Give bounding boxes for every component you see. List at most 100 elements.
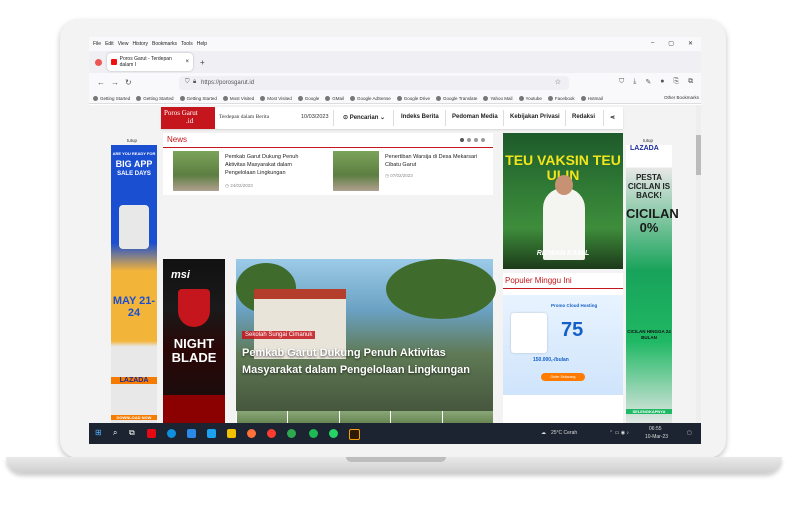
download-icon[interactable]: ⤓ xyxy=(633,78,636,86)
tree-shape xyxy=(386,259,496,319)
bookmark-star-icon[interactable]: ☆ xyxy=(555,78,561,86)
new-tab-button[interactable]: + xyxy=(200,58,205,67)
bookmark-item[interactable]: GMail xyxy=(325,95,344,101)
nav-pedoman-media[interactable]: Pedoman Media xyxy=(452,114,498,120)
bookmark-item[interactable]: Facebook xyxy=(547,95,575,101)
url-bar[interactable]: ⛉ 🔒︎ https://porosgarut.id ☆ xyxy=(179,76,569,90)
news-date: ◷ 24/02/2023 xyxy=(225,183,253,188)
tab-porosgarut[interactable]: Poros Garut - Terdepan dalam I × xyxy=(107,53,193,71)
news-thumbnail[interactable] xyxy=(333,151,379,191)
share-nav-icon[interactable]: ⋖ xyxy=(610,114,615,121)
bookmark-item[interactable]: Yahoo Mail xyxy=(483,95,513,101)
bookmark-item[interactable]: Getting Started xyxy=(179,95,217,101)
news-divider xyxy=(163,147,493,148)
news-title[interactable]: Pemkab Garut Dukung Penuh Aktivitas Masy… xyxy=(225,153,319,177)
article-category[interactable]: Sekolah Sungai Cimanuk xyxy=(242,331,316,339)
bookmark-item[interactable]: Google Translate xyxy=(436,95,477,101)
nav-divider xyxy=(393,110,394,126)
clock-time[interactable]: 06:55 xyxy=(649,426,662,432)
notification-icon[interactable]: ▢ xyxy=(687,430,692,436)
scrollbar[interactable] xyxy=(696,105,701,431)
ad-text: ARE YOU READY FOR xyxy=(112,151,156,156)
account-icon[interactable]: ● xyxy=(660,78,664,86)
mail-icon[interactable] xyxy=(207,429,216,438)
windows-start-icon[interactable]: ⊞ xyxy=(95,428,102,437)
menu-help[interactable]: Help xyxy=(197,41,207,47)
bookmark-item[interactable]: Getting Started xyxy=(93,95,130,101)
ad-text: CICILAN 0% xyxy=(626,206,679,235)
nav-indeks-berita[interactable]: Indeks Berita xyxy=(401,114,439,120)
file-explorer-icon[interactable] xyxy=(227,429,236,438)
bookmark-item[interactable]: Youtube xyxy=(518,95,542,101)
bookmark-item[interactable]: Google Drive xyxy=(396,95,430,101)
forward-icon[interactable]: → xyxy=(111,78,119,87)
menu-edit[interactable]: Edit xyxy=(105,41,114,47)
share-icon[interactable]: ⎘ xyxy=(673,78,679,86)
ad-text: SALE DAYS xyxy=(117,171,151,177)
menu-bar: File Edit View History Bookmarks Tools H… xyxy=(89,37,701,51)
store-icon[interactable] xyxy=(187,429,196,438)
lock-icon[interactable]: 🔒︎ xyxy=(193,79,196,86)
menu-bookmarks[interactable]: Bookmarks xyxy=(152,41,177,47)
minimize-button[interactable]: – xyxy=(651,40,654,47)
shield-icon[interactable]: ⛉ xyxy=(185,79,190,86)
close-ad-left[interactable]: tutup xyxy=(127,138,137,143)
nav-pencarian[interactable]: ⊙ Pencarian ⌄ xyxy=(343,114,385,121)
close-ad-right[interactable]: tutup xyxy=(643,138,653,143)
netflix-icon[interactable] xyxy=(147,429,156,438)
weather-icon[interactable]: ☁ xyxy=(541,430,546,436)
ad-campaign[interactable]: TEU VAKSIN TEU ULIN RIDWAN KAMIL xyxy=(503,133,623,269)
search-icon[interactable]: ⌕ xyxy=(113,428,117,438)
bookmark-item[interactable]: Google xyxy=(297,95,319,101)
reload-icon[interactable]: ↻ xyxy=(125,78,132,87)
maximize-button[interactable]: ▢ xyxy=(668,40,674,47)
ad-lazada-left[interactable]: ARE YOU READY FOR BIG APP SALE DAYS MAY … xyxy=(111,145,157,425)
close-tab-icon[interactable]: × xyxy=(185,59,189,65)
bookmark-item[interactable]: Most Visited xyxy=(260,95,292,101)
article-title[interactable]: Pemkab Garut Dukung Penuh Aktivitas Masy… xyxy=(242,345,487,379)
firefox-view-icon[interactable] xyxy=(95,59,102,66)
news-thumbnail[interactable] xyxy=(173,151,219,191)
ad-msi[interactable]: msi NIGHT BLADE xyxy=(163,259,225,425)
clock-date[interactable]: 10-Mar-23 xyxy=(645,434,668,440)
other-bookmarks[interactable]: Other Bookmarks xyxy=(664,95,699,100)
close-window-button[interactable]: ✕ xyxy=(688,40,693,47)
task-view-icon[interactable]: ⧉ xyxy=(129,428,135,438)
bookmark-item[interactable]: Google AdSense xyxy=(350,95,391,101)
illustrator-icon[interactable] xyxy=(349,429,360,440)
ad-lazada-right[interactable]: LAZADA PESTA CICILAN IS BACK! CICILAN 0%… xyxy=(626,145,679,425)
edge-icon[interactable] xyxy=(167,429,176,438)
firefox-icon[interactable] xyxy=(247,429,256,438)
whatsapp-icon[interactable] xyxy=(329,429,338,438)
menu-tools[interactable]: Tools xyxy=(181,41,193,47)
chrome-icon[interactable] xyxy=(287,429,296,438)
carousel-dots[interactable] xyxy=(460,138,485,142)
bookmark-item[interactable]: Getting Started xyxy=(136,95,174,101)
ad-hosting[interactable]: Promo Cloud Hosting 75 150.000,-/bulan O… xyxy=(503,295,623,395)
bookmark-item[interactable]: Most Visited xyxy=(222,95,254,101)
scroll-thumb[interactable] xyxy=(696,135,701,175)
tray-icons[interactable]: ⌃ ▭ ◉ ♪ xyxy=(609,430,629,436)
featured-article[interactable]: Sekolah Sungai Cimanuk Pemkab Garut Duku… xyxy=(236,259,496,431)
tab-bar: Poros Garut - Terdepan dalam I × + xyxy=(89,51,701,73)
taskbar: ⊞ ⌕ ⧉ ☁ 25°C Cerah ⌃ ▭ ◉ ♪ 06:55 10-Mar-… xyxy=(89,423,701,444)
menu-view[interactable]: View xyxy=(118,41,129,47)
extension-icon[interactable]: ✎ xyxy=(645,78,651,86)
bookmark-item[interactable]: Hotmail xyxy=(580,95,603,101)
news-title[interactable]: Penertiban Warsija di Desa Mekarsari Cib… xyxy=(385,153,479,169)
toolbar-icons: ⛉ ⤓ ✎ ● ⎘ ⧉ ≡ xyxy=(619,78,701,86)
spotify-icon[interactable] xyxy=(309,429,318,438)
back-icon[interactable]: ← xyxy=(97,78,105,87)
url-text[interactable]: https://porosgarut.id xyxy=(201,80,254,86)
menu-history[interactable]: History xyxy=(132,41,148,47)
weather-text[interactable]: 25°C Cerah xyxy=(551,430,577,436)
app-icon[interactable] xyxy=(267,429,276,438)
extensions-icon[interactable]: ⧉ xyxy=(688,78,693,86)
ad-text: PESTA CICILAN IS BACK! xyxy=(627,173,671,200)
nav-kebijakan-privasi[interactable]: Kebijakan Privasi xyxy=(510,114,560,120)
hosting-order-button[interactable]: Order Sekarang xyxy=(541,373,585,381)
site-logo[interactable]: Poros Garut .id xyxy=(161,107,215,129)
nav-redaksi[interactable]: Redaksi xyxy=(572,114,595,120)
pocket-icon[interactable]: ⛉ xyxy=(619,78,624,86)
menu-file[interactable]: File xyxy=(93,41,101,47)
